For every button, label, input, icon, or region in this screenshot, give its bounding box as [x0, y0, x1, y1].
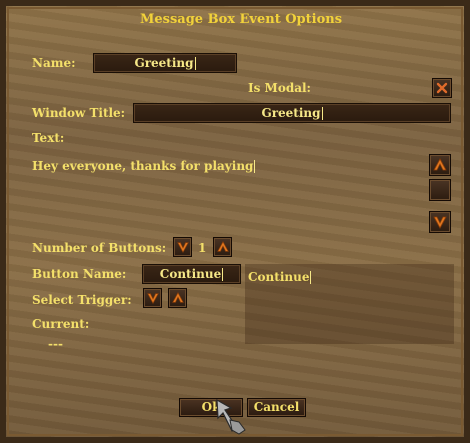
name-label: Name:	[32, 56, 76, 70]
trigger-prev-button[interactable]	[143, 288, 162, 308]
text-area[interactable]: Hey everyone, thanks for playing	[32, 159, 256, 173]
window-title-label: Window Title:	[32, 106, 126, 120]
text-caret	[254, 160, 256, 173]
window-title-input[interactable]: Greeting	[133, 103, 451, 123]
text-caret	[222, 268, 224, 281]
select-trigger-label: Select Trigger:	[32, 293, 132, 307]
dialog-title: Message Box Event Options	[139, 12, 343, 27]
current-label: Current:	[32, 317, 90, 331]
arrow-up-icon	[433, 158, 447, 171]
scroll-down-button[interactable]	[429, 211, 451, 233]
trigger-next-button[interactable]	[168, 288, 187, 308]
scroll-up-button[interactable]	[429, 154, 451, 176]
number-of-buttons-value: 1	[198, 241, 207, 255]
name-input[interactable]: Greeting	[93, 53, 237, 73]
number-of-buttons-label: Number of Buttons:	[32, 241, 167, 255]
arrow-up-icon	[216, 241, 229, 252]
arrow-down-icon	[176, 242, 189, 253]
text-label: Text:	[32, 131, 65, 145]
arrow-down-icon	[146, 293, 159, 304]
cursor-icon	[216, 398, 246, 435]
button-preview-panel: Continue	[245, 264, 454, 344]
button-preview-text: Continue	[248, 270, 312, 284]
text-caret	[310, 271, 312, 284]
current-trigger-value: ---	[48, 337, 63, 351]
window-title-value: Greeting	[261, 106, 321, 120]
name-value: Greeting	[134, 56, 194, 70]
button-name-label: Button Name:	[32, 267, 127, 281]
scrollbar-thumb[interactable]	[429, 179, 451, 201]
arrow-down-icon	[433, 216, 447, 229]
message-box-event-options-dialog: Message Box Event Options Name: Greeting…	[0, 0, 470, 443]
is-modal-label: Is Modal:	[248, 81, 311, 95]
cancel-button[interactable]: Cancel	[247, 398, 306, 417]
increase-buttons-button[interactable]	[213, 237, 232, 257]
text-caret	[194, 57, 196, 70]
button-name-value: Continue	[159, 267, 222, 281]
close-icon	[436, 82, 448, 94]
arrow-up-icon	[171, 292, 184, 303]
text-area-value: Hey everyone, thanks for playing	[32, 159, 254, 173]
button-name-input[interactable]: Continue	[142, 264, 241, 284]
decrease-buttons-button[interactable]	[173, 237, 192, 257]
is-modal-checkbox[interactable]	[432, 78, 452, 98]
text-caret	[321, 107, 323, 120]
